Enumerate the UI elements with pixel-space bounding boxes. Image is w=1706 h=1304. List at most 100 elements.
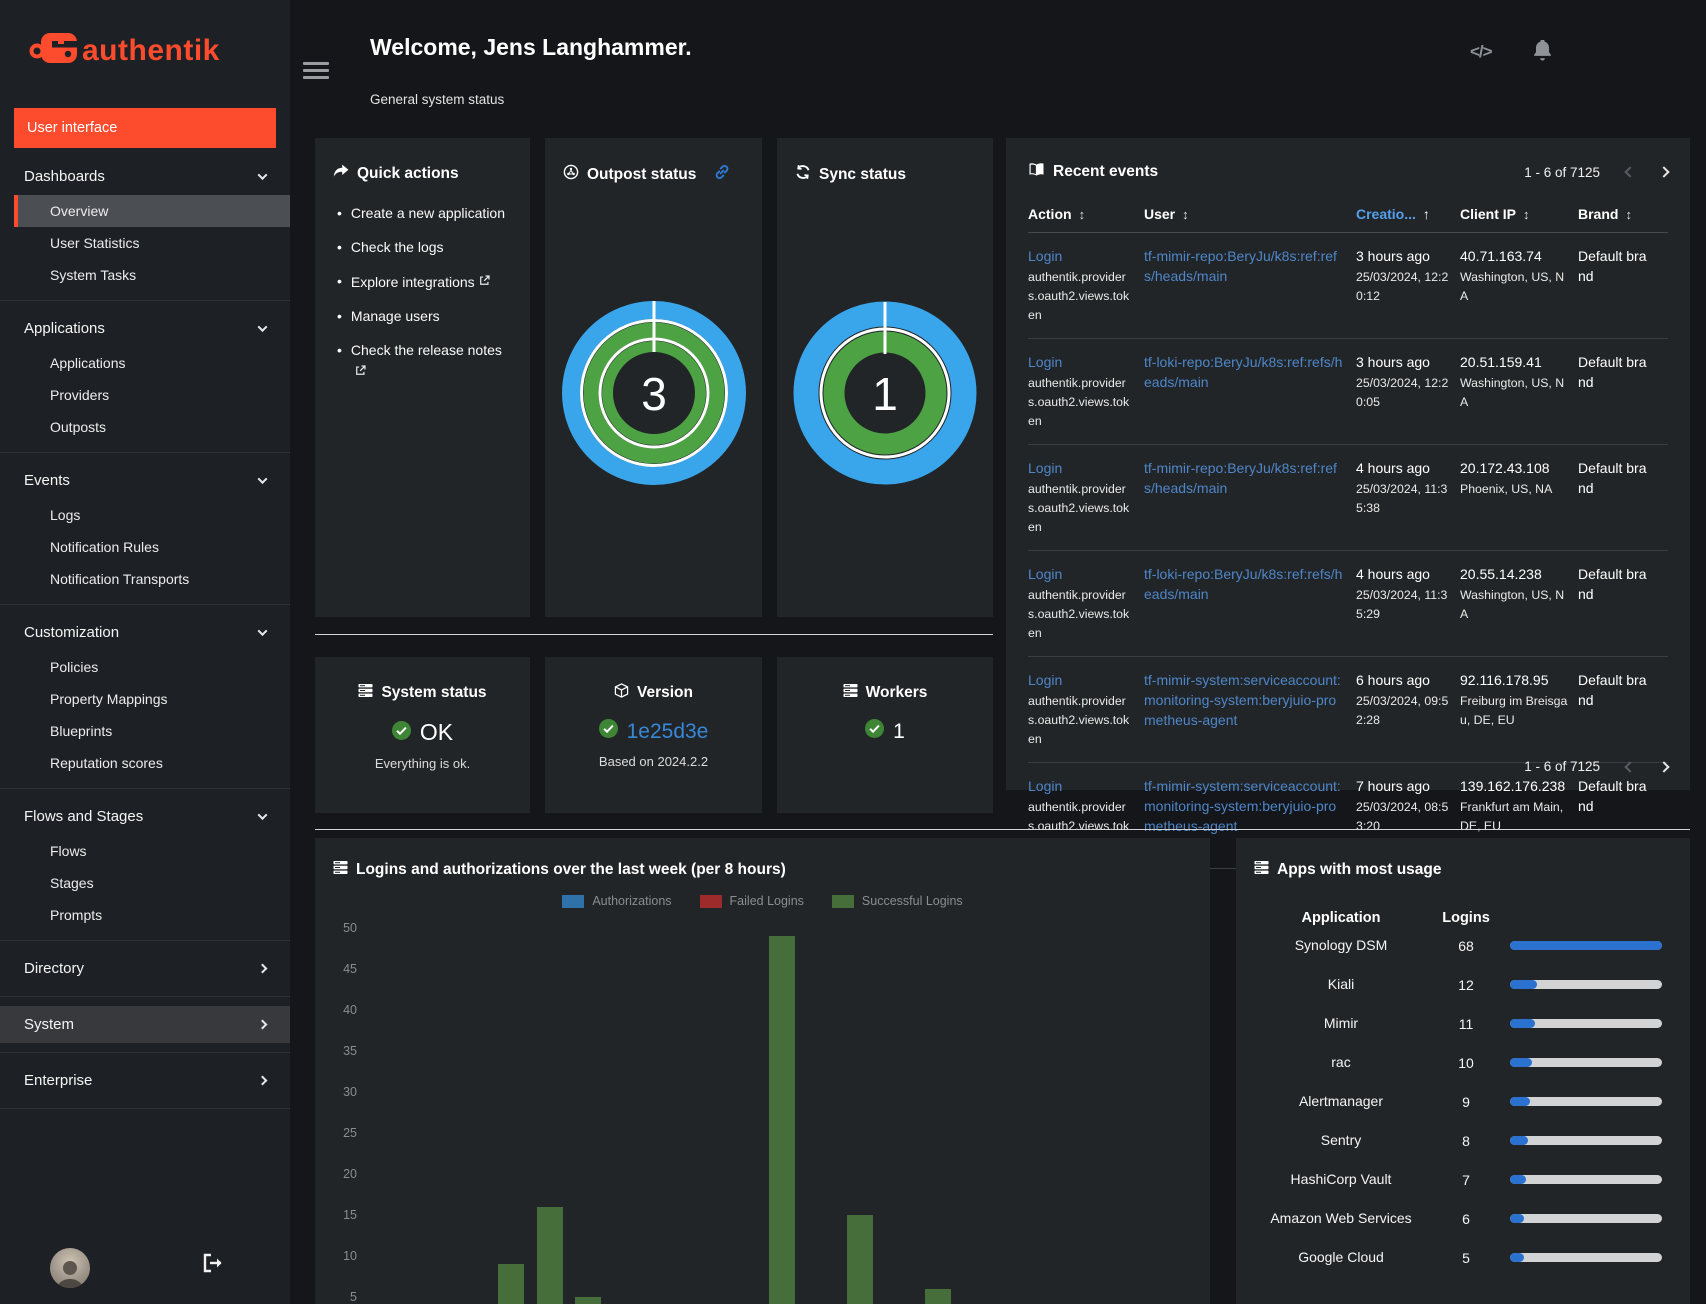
progress-fill bbox=[1510, 1136, 1528, 1145]
sort-icon[interactable]: ↕ bbox=[1625, 207, 1632, 222]
pagination-next-icon[interactable] bbox=[1658, 760, 1670, 773]
version-link[interactable]: 1e25d3e bbox=[627, 720, 709, 744]
authentik-logo: authentik bbox=[0, 0, 290, 86]
pagination-next-icon[interactable] bbox=[1658, 166, 1670, 178]
event-action-link[interactable]: Login bbox=[1028, 458, 1134, 478]
y-axis-tick-label: 15 bbox=[343, 1208, 357, 1222]
sort-icon[interactable]: ↕ bbox=[1523, 207, 1530, 222]
progress-fill bbox=[1510, 1253, 1524, 1262]
event-action-link[interactable]: Login bbox=[1028, 776, 1134, 796]
sidebar-section-events[interactable]: Events bbox=[0, 462, 290, 499]
event-user-link[interactable]: tf-mimir-system:serviceaccount:monitorin… bbox=[1144, 776, 1346, 836]
sidebar-item-stages[interactable]: Stages bbox=[0, 867, 290, 899]
quick-actions-card: Quick actions • Create a new application •… bbox=[315, 138, 530, 617]
pagination-prev-icon[interactable] bbox=[1624, 760, 1636, 773]
sidebar-section-enterprise[interactable]: Enterprise bbox=[0, 1062, 290, 1099]
notifications-bell-icon[interactable] bbox=[1533, 39, 1552, 66]
outpost-status-title: Outpost status bbox=[587, 165, 697, 183]
event-user-link[interactable]: tf-mimir-repo:BeryJu/k8s:ref:refs/heads/… bbox=[1144, 458, 1346, 498]
event-action-link[interactable]: Login bbox=[1028, 246, 1134, 266]
sidebar-section-dashboards[interactable]: Dashboards bbox=[0, 158, 290, 195]
pagination-prev-icon[interactable] bbox=[1624, 166, 1636, 178]
sidebar-section-directory[interactable]: Directory bbox=[0, 950, 290, 987]
sidebar-item-notification-transports[interactable]: Notification Transports bbox=[0, 563, 290, 595]
event-action-link[interactable]: Login bbox=[1028, 352, 1134, 372]
avatar[interactable] bbox=[50, 1248, 90, 1288]
event-location: Phoenix, US, NA bbox=[1460, 482, 1553, 496]
app-name: Sentry bbox=[1320, 1132, 1362, 1148]
column-label[interactable]: Client IP bbox=[1460, 206, 1516, 222]
event-user-link[interactable]: tf-mimir-repo:BeryJu/k8s:ref:refs/heads/… bbox=[1144, 246, 1346, 286]
event-ip-cell: 92.116.178.95 Freiburg im Breisgau, DE, E… bbox=[1460, 657, 1578, 762]
quick-action-link[interactable]: Check the release notes bbox=[351, 340, 514, 383]
chevron-down-icon bbox=[257, 474, 268, 485]
app-name: Kiali bbox=[1327, 976, 1355, 992]
sidebar-item-notification-rules[interactable]: Notification Rules bbox=[0, 531, 290, 563]
sidebar-item-outposts[interactable]: Outposts bbox=[0, 411, 290, 443]
app-usage-bar-cell bbox=[1510, 941, 1666, 950]
sidebar-item-prompts[interactable]: Prompts bbox=[0, 899, 290, 931]
app-name: Alertmanager bbox=[1298, 1093, 1384, 1109]
hamburger-menu-icon[interactable] bbox=[303, 62, 329, 83]
column-label[interactable]: User bbox=[1144, 206, 1175, 222]
quick-action-link[interactable]: Create a new application bbox=[351, 203, 505, 224]
sidebar-section-customization[interactable]: Customization bbox=[0, 614, 290, 651]
app-logins-count: 7 bbox=[1462, 1171, 1470, 1188]
column-label[interactable]: Brand bbox=[1578, 206, 1618, 222]
sidebar-divider bbox=[0, 788, 290, 789]
event-time-cell: 4 hours ago 25/03/2024, 11:35:38 bbox=[1356, 445, 1460, 550]
event-action-link[interactable]: Login bbox=[1028, 670, 1134, 690]
quick-action-link[interactable]: Check the logs bbox=[351, 237, 444, 258]
bullet-icon: • bbox=[337, 273, 342, 289]
sort-icon[interactable]: ↕ bbox=[1182, 207, 1189, 222]
authentik-admin-dashboard: authentik User interface Dashboards Overv… bbox=[0, 0, 1706, 1304]
event-user-link[interactable]: tf-loki-repo:BeryJu/k8s:ref:refs/heads/m… bbox=[1144, 352, 1346, 392]
event-row: Login authentik.providers.oauth2.views.to… bbox=[1028, 551, 1668, 657]
sidebar-item-system-tasks[interactable]: System Tasks bbox=[0, 259, 290, 291]
sidebar-item-blueprints[interactable]: Blueprints bbox=[0, 715, 290, 747]
sort-ascending-icon[interactable]: ↑ bbox=[1423, 206, 1430, 222]
event-time-absolute: 25/03/2024, 08:53:20 bbox=[1356, 800, 1449, 833]
sidebar-item-overview[interactable]: Overview bbox=[14, 195, 290, 227]
sidebar-divider bbox=[0, 452, 290, 453]
events-pagination-top: 1 - 6 of 7125 bbox=[1524, 165, 1670, 180]
event-action-link[interactable]: Login bbox=[1028, 564, 1134, 584]
sidebar-item-providers[interactable]: Providers bbox=[0, 379, 290, 411]
logout-icon[interactable] bbox=[202, 1253, 224, 1278]
sidebar-item-logs[interactable]: Logs bbox=[0, 499, 290, 531]
event-user-link[interactable]: tf-mimir-system:serviceaccount:monitorin… bbox=[1144, 670, 1346, 730]
sidebar-item-reputation-scores[interactable]: Reputation scores bbox=[0, 747, 290, 779]
event-time-absolute: 25/03/2024, 12:20:05 bbox=[1356, 376, 1449, 409]
sidebar-section-system[interactable]: System bbox=[0, 1006, 290, 1043]
bullet-icon: • bbox=[337, 308, 342, 324]
event-row: Login authentik.providers.oauth2.views.to… bbox=[1028, 657, 1668, 763]
event-user-link[interactable]: tf-loki-repo:BeryJu/k8s:ref:refs/heads/m… bbox=[1144, 564, 1346, 604]
column-label[interactable]: Creatio... bbox=[1356, 206, 1416, 222]
quick-action-link[interactable]: Manage users bbox=[351, 306, 440, 327]
y-axis-tick-label: 45 bbox=[343, 962, 357, 976]
api-browser-icon[interactable]: </> bbox=[1470, 42, 1493, 62]
event-user-cell: tf-mimir-system:serviceaccount:monitorin… bbox=[1144, 657, 1356, 762]
sort-icon[interactable]: ↕ bbox=[1079, 207, 1086, 222]
sidebar-item-property-mappings[interactable]: Property Mappings bbox=[0, 683, 290, 715]
sidebar-section-flows-and-stages[interactable]: Flows and Stages bbox=[0, 798, 290, 835]
sync-status-card: Sync status 1 bbox=[777, 138, 993, 617]
app-logins-count: 12 bbox=[1458, 976, 1474, 993]
events-column-header: Client IP ↕ bbox=[1460, 200, 1578, 232]
app-usage-bar-cell bbox=[1510, 1058, 1666, 1067]
sidebar-section-applications[interactable]: Applications bbox=[0, 310, 290, 347]
column-label[interactable]: Action bbox=[1028, 206, 1072, 222]
user-interface-button[interactable]: User interface bbox=[14, 108, 276, 148]
y-axis-tick-label: 20 bbox=[343, 1167, 357, 1181]
y-axis-tick-label: 25 bbox=[343, 1126, 357, 1140]
outpost-link-icon[interactable] bbox=[714, 164, 730, 185]
quick-action-link[interactable]: Explore integrations bbox=[351, 271, 490, 293]
system-status-title: System status bbox=[381, 684, 487, 701]
sidebar-item-flows[interactable]: Flows bbox=[0, 835, 290, 867]
event-ip-cell: 20.55.14.238 Washington, US, NA bbox=[1460, 551, 1578, 656]
y-axis-tick-label: 5 bbox=[350, 1290, 357, 1304]
sidebar-item-applications[interactable]: Applications bbox=[0, 347, 290, 379]
progress-fill bbox=[1510, 1214, 1524, 1223]
sidebar-item-policies[interactable]: Policies bbox=[0, 651, 290, 683]
sidebar-item-user-statistics[interactable]: User Statistics bbox=[0, 227, 290, 259]
